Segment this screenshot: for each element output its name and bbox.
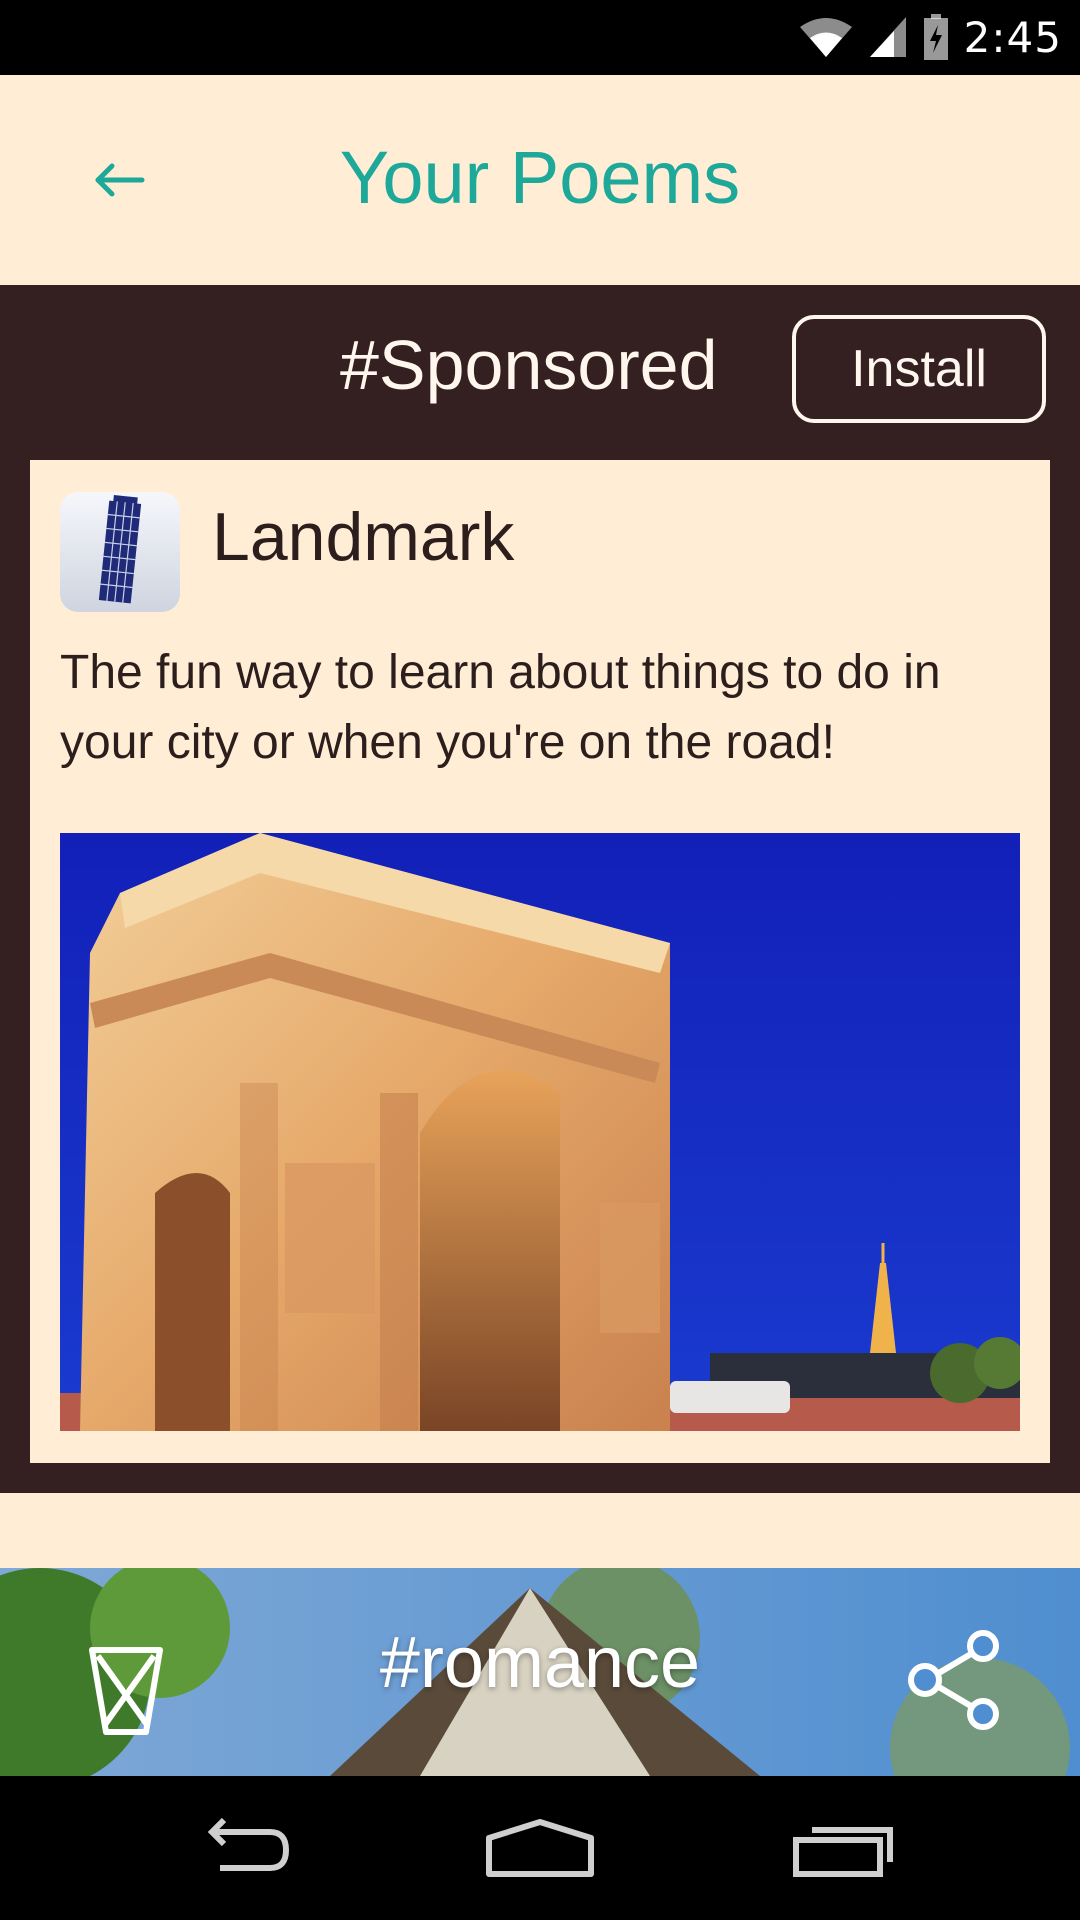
nav-recents-button[interactable] <box>785 1808 905 1888</box>
app-name: Landmark <box>212 499 515 575</box>
page-title: Your Poems <box>339 136 741 219</box>
status-time: 2:45 <box>963 12 1062 62</box>
navigation-bar <box>0 1776 1080 1920</box>
battery-charging-icon <box>923 14 948 60</box>
app-description: The fun way to learn about things to do … <box>60 646 941 769</box>
status-bar: 2:45 <box>0 0 1080 75</box>
arc-de-triomphe-photo[interactable] <box>60 833 1020 1431</box>
share-icon <box>908 1630 999 1730</box>
ad-card[interactable]: Landmark The fun way to learn about thin… <box>30 460 1050 1463</box>
signal-icon <box>869 17 906 57</box>
back-icon <box>207 1818 290 1871</box>
status-icons: 2:45 <box>798 12 1062 62</box>
wifi-icon <box>799 18 852 57</box>
leaning-tower-icon <box>60 492 180 612</box>
recents-icon <box>793 1827 893 1877</box>
sponsored-tag: #Sponsored <box>340 326 718 404</box>
install-button[interactable]: Install <box>792 315 1046 423</box>
nav-back-button[interactable] <box>180 1808 300 1888</box>
home-icon <box>486 1819 594 1877</box>
poem-banner[interactable]: #romance <box>0 1568 1080 1776</box>
sponsored-section: #Sponsored Install Landmark The fun way … <box>0 285 1080 1493</box>
app-bar: Your Poems <box>0 75 1080 285</box>
nav-home-button[interactable] <box>480 1808 600 1888</box>
share-button[interactable] <box>905 1630 1005 1730</box>
